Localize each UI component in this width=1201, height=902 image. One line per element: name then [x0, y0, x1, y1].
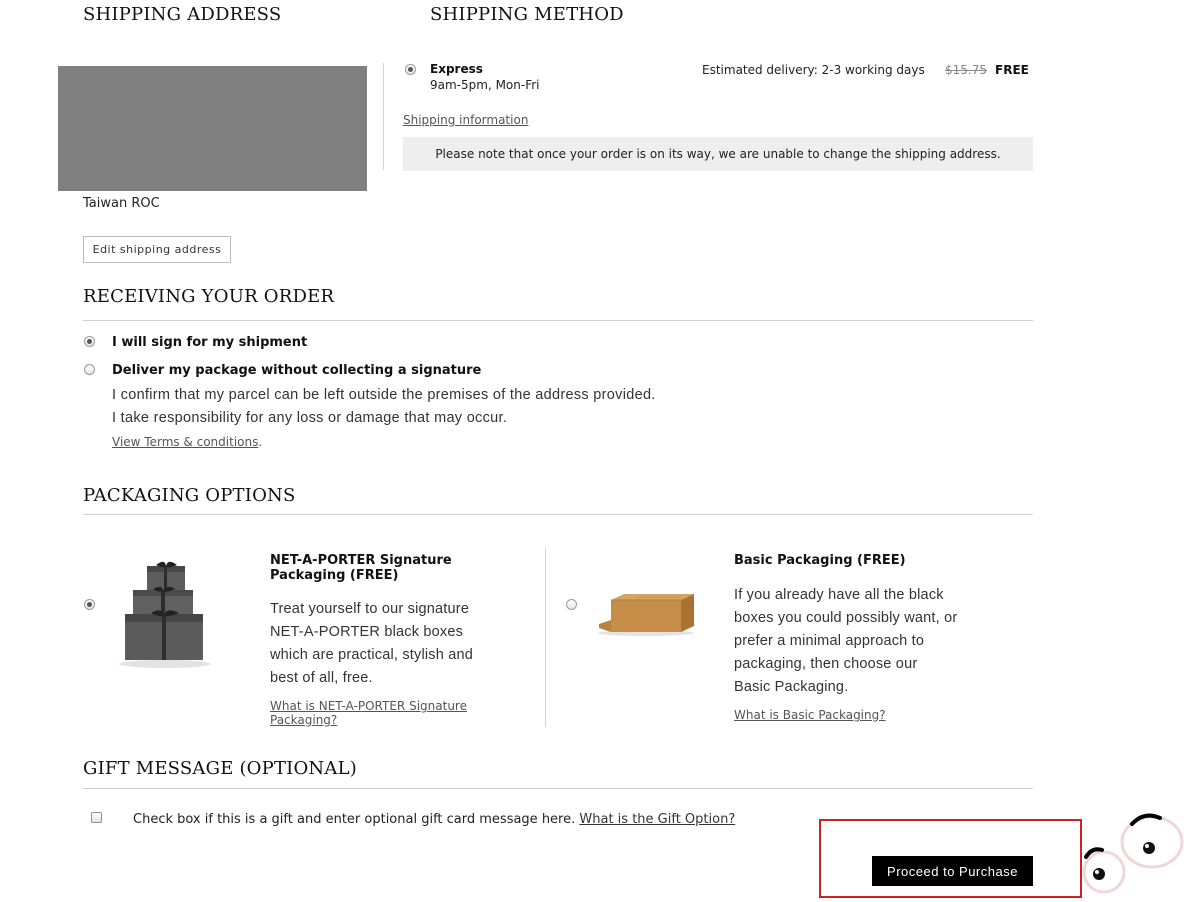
signature-title-line-2: Packaging (FREE): [270, 568, 399, 583]
basic-desc-line: prefer a minimal approach to: [734, 633, 925, 649]
shipping-price: FREE: [995, 63, 1029, 77]
proceed-to-purchase-button[interactable]: Proceed to Purchase: [872, 856, 1033, 886]
basic-desc-line: packaging, then choose our: [734, 656, 918, 672]
gift-checkbox[interactable]: [91, 812, 102, 823]
shipping-method-heading: SHIPPING METHOD: [430, 4, 624, 25]
edit-shipping-address-button[interactable]: Edit shipping address: [83, 236, 231, 263]
signature-desc-line: which are practical, stylish and: [270, 647, 474, 663]
basic-packaging-radio[interactable]: [566, 599, 577, 610]
gift-option-link[interactable]: What is the Gift Option?: [579, 812, 735, 827]
no-signature-desc-1: I confirm that my parcel can be left out…: [112, 387, 656, 403]
signature-desc-line: NET-A-PORTER black boxes: [270, 624, 464, 640]
basic-desc-line: If you already have all the black: [734, 587, 944, 603]
what-is-basic-packaging-link[interactable]: What is Basic Packaging?: [734, 708, 886, 722]
googly-eyes-icon: [1082, 812, 1196, 898]
signature-link-line-1: What is NET-A-PORTER Signature: [270, 699, 467, 713]
shipping-address-heading: SHIPPING ADDRESS: [83, 4, 282, 25]
signature-packaging-desc: Treat yourself to our signature NET-A-PO…: [270, 598, 473, 690]
gift-checkbox-line: Check box if this is a gift and enter op…: [133, 812, 735, 827]
basic-desc-line: boxes you could possibly want, or: [734, 610, 958, 626]
what-is-signature-packaging-link[interactable]: What is NET-A-PORTER Signature Packaging…: [270, 699, 467, 727]
packaging-options-heading: PACKAGING OPTIONS: [83, 485, 296, 506]
old-price: $15.75: [945, 63, 987, 77]
no-signature-desc-2: I take responsibility for any loss or da…: [112, 410, 508, 426]
basic-box-image: [596, 592, 696, 638]
no-signature-label: Deliver my package without collecting a …: [112, 363, 482, 378]
no-signature-radio[interactable]: [84, 364, 95, 375]
signature-desc-line: Treat yourself to our signature: [270, 601, 470, 617]
terms-suffix: .: [258, 435, 263, 449]
signature-title-line-1: NET-A-PORTER Signature: [270, 553, 452, 568]
receiving-divider: [83, 320, 1033, 321]
sign-shipment-radio[interactable]: [84, 336, 95, 347]
signature-packaging-title: NET-A-PORTER Signature Packaging (FREE): [270, 553, 452, 583]
signature-link-line-2: Packaging?: [270, 713, 338, 727]
terms-conditions-link[interactable]: View Terms & conditions: [112, 435, 258, 449]
sign-shipment-label: I will sign for my shipment: [112, 335, 308, 350]
signature-boxes-image: [115, 560, 215, 670]
shipping-notice: Please note that once your order is on i…: [403, 137, 1033, 171]
shipping-information-link[interactable]: Shipping information: [403, 113, 528, 127]
signature-packaging-radio[interactable]: [84, 599, 95, 610]
packaging-divider: [83, 514, 1033, 515]
address-redacted-block: [58, 66, 367, 191]
basic-packaging-title: Basic Packaging (FREE): [734, 553, 906, 568]
express-option-name: Express: [430, 62, 483, 76]
estimated-delivery: Estimated delivery: 2-3 working days: [702, 63, 925, 77]
gift-message-heading: GIFT MESSAGE (OPTIONAL): [83, 758, 357, 779]
gift-divider: [83, 788, 1033, 789]
express-option-hours: 9am-5pm, Mon-Fri: [430, 78, 540, 92]
packaging-divider-vertical: [545, 548, 546, 727]
address-country: Taiwan ROC: [83, 196, 160, 211]
address-method-divider: [383, 63, 384, 170]
gift-checkbox-label: Check box if this is a gift and enter op…: [133, 812, 576, 827]
receiving-order-heading: RECEIVING YOUR ORDER: [83, 286, 335, 307]
signature-desc-line: best of all, free.: [270, 670, 373, 686]
terms-line: View Terms & conditions.: [112, 435, 262, 449]
basic-packaging-desc: If you already have all the black boxes …: [734, 584, 957, 699]
express-radio[interactable]: [405, 64, 416, 75]
basic-desc-line: Basic Packaging.: [734, 679, 849, 695]
